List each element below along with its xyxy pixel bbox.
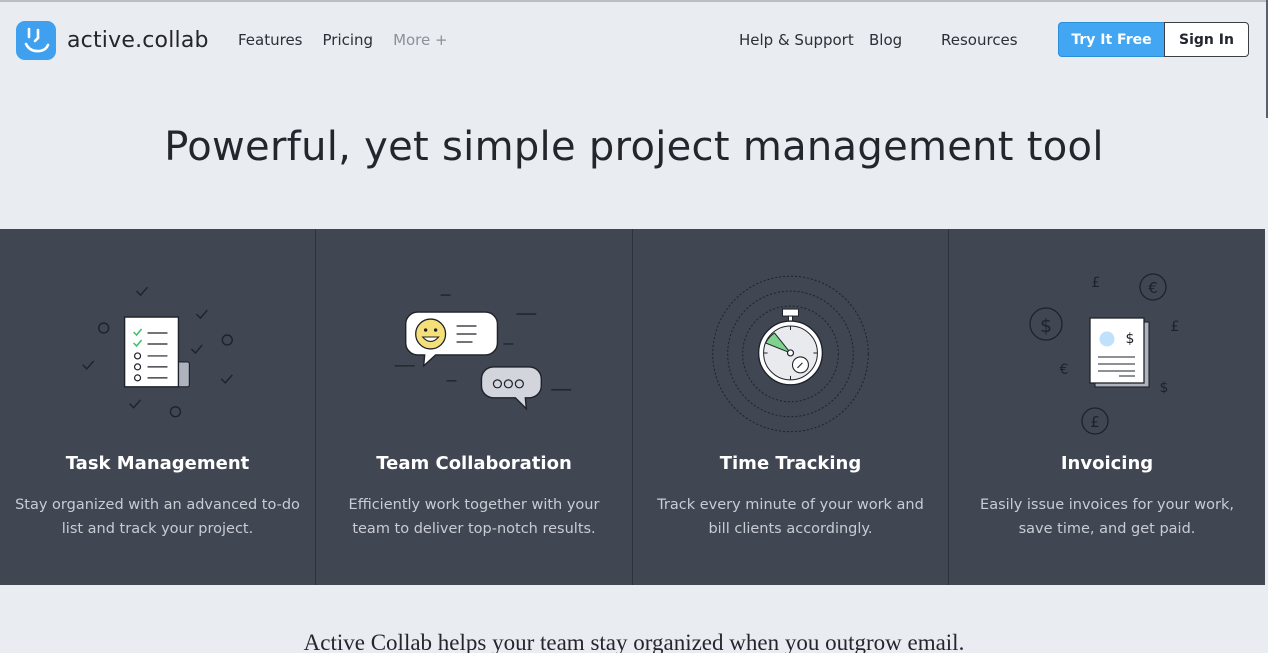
pound-sign: £ [1090,413,1100,431]
feature-description: Efficiently work together with your team… [348,497,600,537]
brand-logo[interactable]: active.collab [16,21,209,60]
hero-title: Powerful, yet simple project management … [164,124,1104,170]
feature-title: Invoicing [1060,453,1154,474]
euro-sign: € [1148,279,1158,297]
feature-team-collaboration[interactable]: Team Collaboration Efficiently work toge… [316,229,633,585]
nav-pricing[interactable]: Pricing [323,31,374,49]
invoice-icon: $ € £ £ £ € $ $ [1029,273,1180,435]
feature-task-management[interactable]: Task Management Stay organized with an a… [0,229,316,585]
feature-description: Track every minute of your work and bill… [657,497,924,537]
stopwatch-icon [712,275,869,433]
nav-resources[interactable]: Resources [941,31,1018,49]
nav-more[interactable]: More + [393,31,448,49]
euro-sign: € [1060,362,1069,378]
feature-title: Task Management [65,453,250,474]
dollar-sign: $ [1126,331,1135,347]
feature-description: Stay organized with an advanced to-do li… [15,497,300,537]
task-list-icon [82,286,233,418]
chat-bubbles-icon [394,294,572,411]
site-header: active.collab Features Pricing More + He… [0,2,1268,78]
nav-help-support[interactable]: Help & Support [739,31,854,49]
feature-title: Team Collaboration [376,453,572,474]
features-grid: Task Management Stay organized with an a… [0,229,1265,585]
feature-invoicing[interactable]: $ € £ £ £ € $ $ Invoicing Easily issue i… [949,229,1265,585]
pound-sign: £ [1171,319,1180,335]
primary-nav: Features Pricing More + [238,31,468,49]
nav-blog[interactable]: Blog [869,31,902,49]
dollar-sign: $ [1040,315,1052,337]
brand-name: active.collab [67,28,209,53]
smiley-logo-icon [16,21,56,60]
dollar-sign: $ [1160,380,1169,396]
feature-title: Time Tracking [719,453,862,474]
nav-features[interactable]: Features [238,31,303,49]
sign-in-button[interactable]: Sign In [1164,22,1249,57]
pound-sign: £ [1092,275,1101,291]
feature-time-tracking[interactable]: Time Tracking Track every minute of your… [633,229,949,585]
tagline: Active Collab helps your team stay organ… [303,630,965,653]
feature-description: Easily issue invoices for your work, sav… [980,497,1234,537]
try-it-free-button[interactable]: Try It Free [1058,22,1165,57]
